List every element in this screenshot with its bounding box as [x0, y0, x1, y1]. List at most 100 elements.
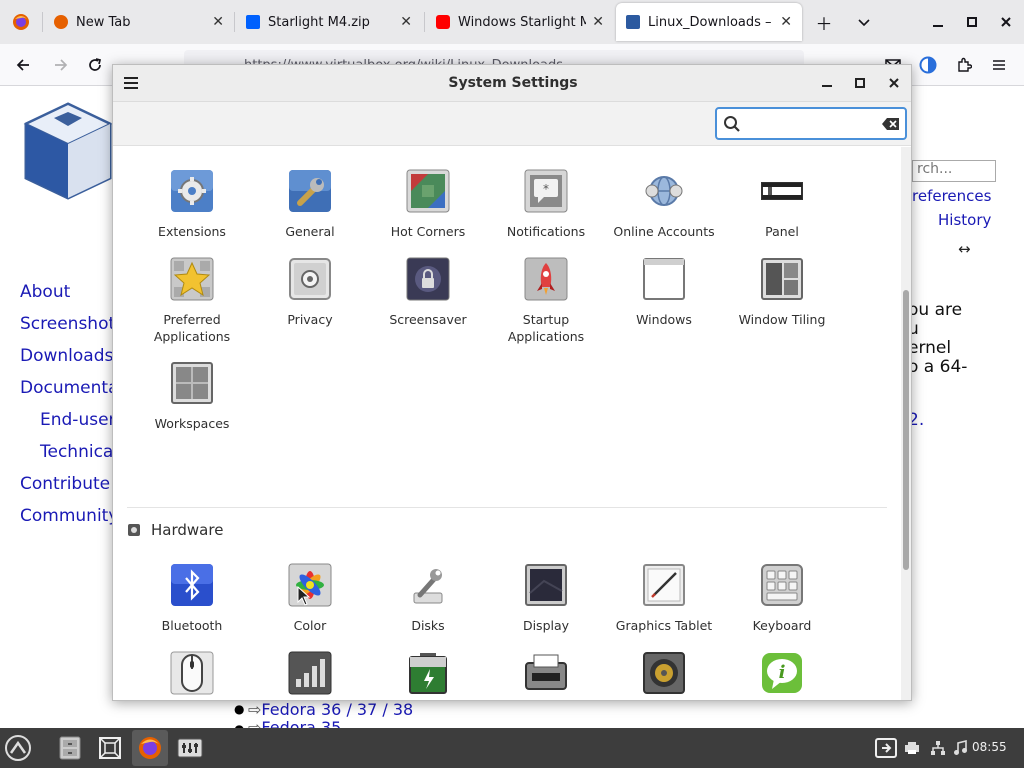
tab-new-tab[interactable]: New Tab ✕	[44, 0, 234, 44]
reload-button[interactable]	[82, 52, 108, 78]
hot-corners-icon	[406, 169, 450, 213]
app-menu-button[interactable]	[986, 52, 1012, 78]
taskbar-workspace-switcher[interactable]	[92, 730, 128, 766]
settings-item-online-accounts[interactable]: Online Accounts	[605, 169, 723, 240]
taskbar-clock[interactable]: 08:55	[972, 740, 1007, 754]
settings-item-panel[interactable]: Panel	[723, 169, 841, 240]
settings-item-label: Privacy	[287, 312, 333, 327]
settings-item-disks[interactable]: Disks	[369, 563, 487, 634]
settings-title-bar[interactable]: System Settings	[113, 65, 911, 102]
settings-maximize-button[interactable]	[849, 73, 871, 93]
forward-button[interactable]	[48, 52, 74, 78]
settings-item-sound[interactable]	[605, 651, 723, 700]
clear-search-icon[interactable]	[881, 117, 901, 131]
settings-item-workspaces[interactable]: Workspaces	[133, 361, 251, 432]
settings-item-label: Graphics Tablet	[615, 618, 713, 633]
taskbar-firefox[interactable]	[132, 730, 168, 766]
tray-printer-icon[interactable]	[902, 738, 922, 758]
sidebar-link-downloads[interactable]: Downloads	[20, 346, 113, 366]
firefox-icon	[139, 737, 161, 759]
fedora-36-link[interactable]: ⇨Fedora 36 / 37 / 38	[248, 700, 413, 719]
settings-item-general[interactable]: General	[251, 169, 369, 240]
body-text-line: o a 64-	[908, 357, 968, 377]
settings-item-graphics-tablet[interactable]: Graphics Tablet	[605, 563, 723, 634]
menu-logo-icon	[5, 735, 31, 761]
settings-item-display[interactable]: Display	[487, 563, 605, 634]
tiling-icon	[761, 258, 803, 300]
wiki-search-input[interactable]: rch...	[912, 160, 996, 182]
settings-item-printers[interactable]	[487, 651, 605, 700]
settings-close-button[interactable]	[883, 73, 905, 93]
settings-item-label: Panel	[765, 224, 799, 239]
taskbar-system-settings[interactable]	[172, 730, 208, 766]
tab-linux-downloads[interactable]: Linux_Downloads – Ora ✕	[616, 3, 802, 41]
settings-item-window-tiling[interactable]: Window Tiling	[723, 257, 841, 328]
settings-item-extensions[interactable]: Extensions	[133, 169, 251, 240]
arrow-right-icon	[55, 59, 68, 71]
extensions-button[interactable]	[951, 52, 977, 78]
settings-item-label: Startup Applications	[507, 312, 585, 344]
settings-app-icon	[177, 738, 203, 758]
settings-item-startup-applications[interactable]: Startup Applications	[487, 257, 605, 345]
chevron-down-icon	[858, 19, 870, 27]
settings-item-screensaver[interactable]: Screensaver	[369, 257, 487, 328]
settings-scrollbar[interactable]	[901, 147, 911, 700]
settings-item-network[interactable]	[251, 651, 369, 700]
firefox-icon	[13, 14, 29, 30]
preferences-link[interactable]: references	[912, 187, 991, 205]
fedora-35-link[interactable]: ⇨Fedora 35	[248, 718, 341, 728]
link-arrow-icon: ⇨	[248, 718, 262, 728]
close-tab-icon[interactable]: ✕	[780, 14, 792, 30]
tray-update-icon[interactable]	[874, 738, 898, 758]
body-text-line: ou are	[908, 300, 963, 320]
svg-text:*: *	[543, 182, 549, 196]
settings-item-label: Hot Corners	[390, 224, 466, 239]
globe-icon	[645, 176, 683, 206]
disks-icon	[413, 569, 443, 604]
fedora-36-label: Fedora 36 / 37 / 38	[261, 700, 414, 719]
tray-sound-icon[interactable]	[950, 738, 970, 758]
settings-item-notifications[interactable]: * Notifications	[487, 169, 605, 240]
settings-search-input[interactable]	[715, 107, 907, 140]
search-icon	[724, 116, 740, 132]
hamburger-icon	[993, 60, 1005, 70]
settings-item-hot-corners[interactable]: Hot Corners	[369, 169, 487, 240]
firefox-view-button[interactable]	[0, 0, 42, 44]
sidebar-link-contribute[interactable]: Contribute	[20, 474, 110, 494]
close-tab-icon[interactable]: ✕	[212, 14, 224, 30]
close-icon	[889, 78, 899, 88]
network-wired-icon	[931, 741, 945, 755]
settings-item-bluetooth[interactable]: Bluetooth	[133, 563, 251, 634]
settings-item-preferred-applications[interactable]: Preferred Applications	[133, 257, 251, 345]
taskbar-file-manager[interactable]	[52, 730, 88, 766]
start-menu-button[interactable]	[0, 730, 36, 766]
settings-item-windows[interactable]: Windows	[605, 257, 723, 328]
minimize-icon	[933, 25, 943, 27]
minimize-browser-button[interactable]	[926, 10, 950, 34]
sidebar-link-end-user[interactable]: End-user	[40, 410, 116, 430]
tab-starlight-zip[interactable]: Starlight M4.zip ✕	[236, 0, 422, 44]
scrollbar-thumb[interactable]	[903, 290, 909, 570]
sidebar-link-screenshots[interactable]: Screenshots	[20, 314, 124, 334]
tray-network-icon[interactable]	[928, 738, 948, 758]
list-all-tabs-button[interactable]	[852, 10, 876, 34]
back-button[interactable]	[10, 52, 36, 78]
close-tab-icon[interactable]: ✕	[400, 14, 412, 30]
settings-item-label: Screensaver	[389, 312, 467, 327]
settings-minimize-button[interactable]	[816, 73, 838, 93]
sidebar-link-technical[interactable]: Technical	[40, 442, 118, 462]
close-tab-icon[interactable]: ✕	[592, 14, 604, 30]
dark-reader-button[interactable]	[915, 52, 941, 78]
maximize-browser-button[interactable]	[960, 10, 984, 34]
sidebar-link-about[interactable]: About	[20, 282, 70, 302]
tab-windows-starlight[interactable]: Windows Starlight M1 - ✕	[426, 0, 614, 44]
close-browser-button[interactable]	[994, 10, 1018, 34]
settings-item-power[interactable]	[369, 651, 487, 700]
settings-item-mouse[interactable]	[133, 651, 251, 700]
settings-item-system-info[interactable]: i	[723, 651, 841, 700]
sidebar-link-community[interactable]: Community	[20, 506, 118, 526]
history-link[interactable]: History	[938, 211, 991, 229]
settings-item-keyboard[interactable]: Keyboard	[723, 563, 841, 634]
settings-item-privacy[interactable]: Privacy	[251, 257, 369, 328]
new-tab-button[interactable]: ＋	[812, 10, 836, 35]
